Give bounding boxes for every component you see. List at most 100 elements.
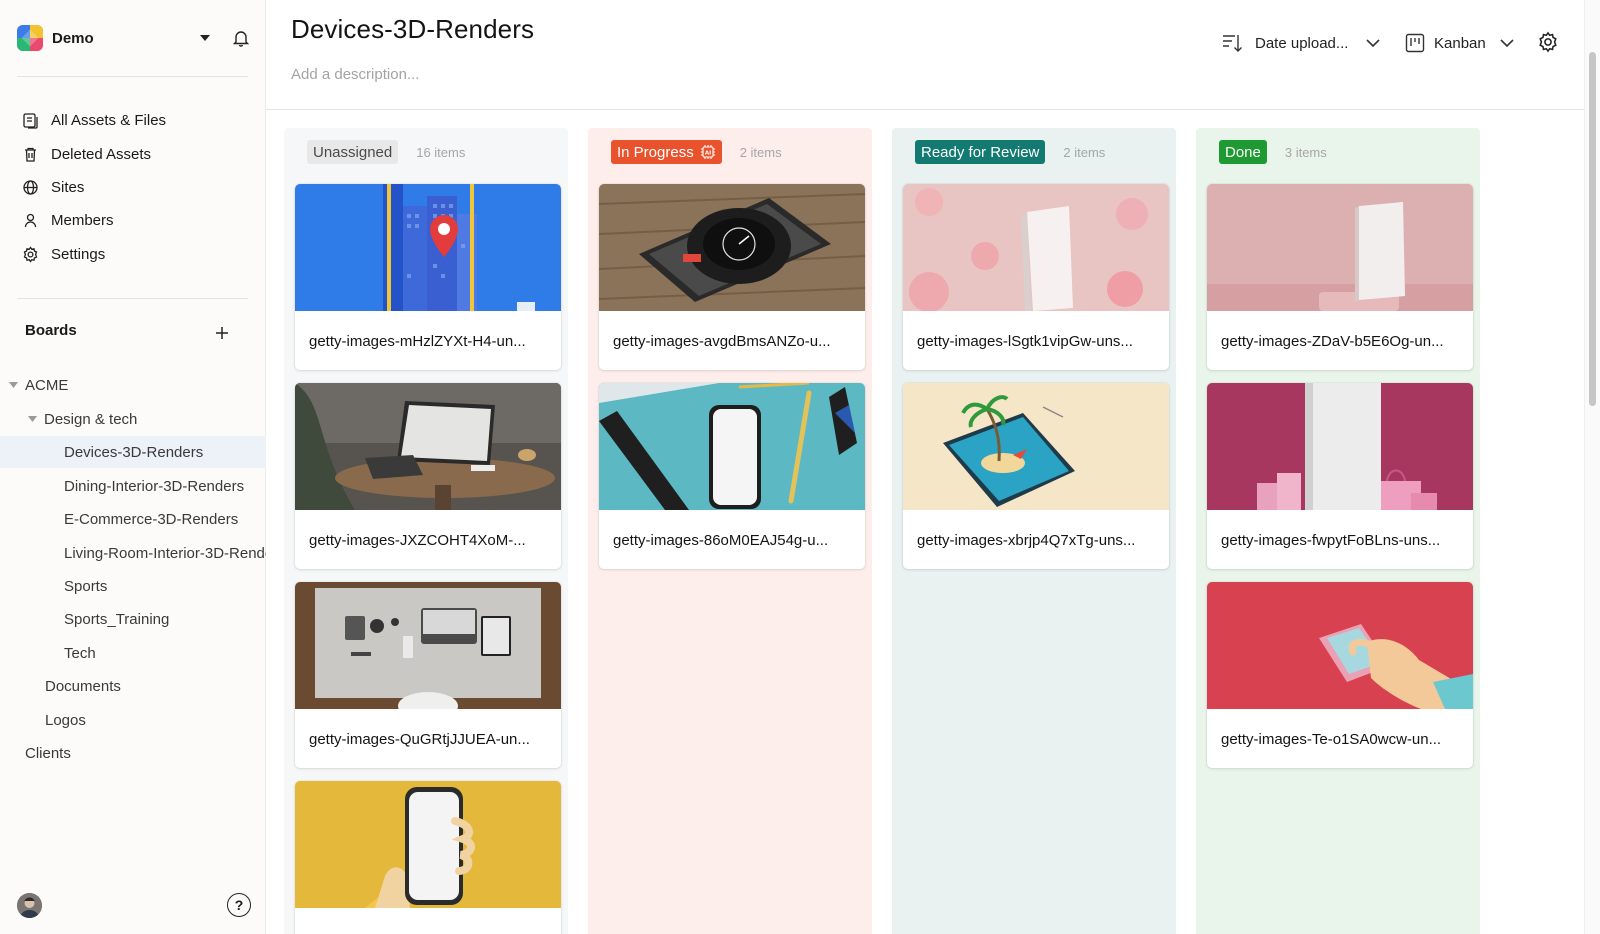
help-icon[interactable]: ? (227, 893, 251, 917)
tree-label: Clients (25, 744, 71, 762)
bell-icon[interactable] (229, 26, 253, 50)
asset-card[interactable]: getty-images-xbrjp4Q7xTg-uns... (903, 383, 1169, 569)
boards-heading: Boards (25, 322, 77, 339)
tree-label: ACME (25, 376, 69, 394)
nav-settings[interactable]: Settings (17, 239, 249, 269)
chevron-down-icon (1366, 38, 1380, 48)
status-tag[interactable]: Ready for Review (915, 140, 1046, 164)
asset-thumbnail (599, 383, 865, 510)
nav-label: Settings (51, 245, 106, 263)
nav-label: Sites (51, 178, 85, 196)
asset-filename: getty-images-lSgtk1vipGw-uns... (917, 333, 1133, 350)
nav-members[interactable]: Members (17, 205, 249, 235)
asset-filename: getty-images-Te-o1SA0wcw-un... (1221, 731, 1442, 748)
board-settings-gear-icon[interactable] (1535, 29, 1561, 55)
triangle-down-icon[interactable] (8, 380, 18, 390)
view-dropdown[interactable]: Kanban (1404, 30, 1514, 56)
asset-thumbnail (295, 781, 561, 908)
tree-label: Design & tech (44, 410, 138, 428)
tree-label: Devices-3D-Renders (64, 443, 204, 461)
description-field[interactable]: Add a description... (291, 66, 419, 83)
tree-label: Documents (45, 677, 121, 695)
asset-filename: getty-images-avgdBmsANZo-u... (613, 333, 831, 350)
tree-item-acme[interactable]: ACME (0, 369, 266, 401)
asset-filename: getty-images-fwpytFoBLns-uns... (1221, 532, 1441, 549)
gear-icon (20, 244, 40, 264)
column-header: Done 3 items (1219, 140, 1327, 164)
asset-card[interactable]: getty-images-JXZCOHT4XoM-... (295, 383, 561, 569)
status-tag[interactable]: Done (1219, 140, 1267, 164)
asset-card[interactable]: getty-images-lSgtk1vipGw-uns... (903, 184, 1169, 370)
item-count: 2 items (739, 144, 782, 160)
nav-label: All Assets & Files (51, 111, 167, 129)
person-icon (20, 210, 40, 230)
view-label: Kanban (1434, 34, 1486, 52)
divider (17, 76, 248, 77)
nav-all-assets[interactable]: All Assets & Files (17, 105, 249, 135)
column-header: Unassigned 16 items (307, 140, 465, 164)
status-tag[interactable]: Unassigned (307, 140, 399, 164)
sort-dropdown[interactable]: Date upload... (1220, 30, 1380, 56)
tree-item-living-room[interactable]: Living-Room-Interior-3D-Renders (0, 537, 266, 569)
column-in-progress: In Progress AI 2 items getty-images-avgd… (588, 128, 872, 934)
asset-card[interactable]: getty-images-QuGRtjJJUEA-un... (295, 582, 561, 768)
sort-icon (1220, 31, 1244, 55)
asset-card[interactable]: getty-images-mHzlZYXt-H4-un... (295, 184, 561, 370)
tree-label: Logos (45, 711, 86, 729)
workspace-logo (17, 25, 43, 51)
asset-filename: getty-images-mHzlZYXt-H4-un... (309, 333, 526, 350)
asset-card[interactable] (295, 781, 561, 934)
trash-icon (20, 144, 40, 164)
nav-sites[interactable]: Sites (17, 172, 249, 202)
asset-card[interactable]: getty-images-86oM0EAJ54g-u... (599, 383, 865, 569)
asset-card[interactable]: getty-images-fwpytFoBLns-uns... (1207, 383, 1473, 569)
divider (17, 298, 248, 299)
tree-item-ecommerce[interactable]: E-Commerce-3D-Renders (0, 503, 266, 535)
tree-label: Tech (64, 644, 96, 662)
column-unassigned: Unassigned 16 items getty-images-mHzlZYX… (284, 128, 568, 934)
workspace-switcher[interactable]: Demo (17, 24, 250, 52)
page-title: Devices-3D-Renders (291, 14, 535, 44)
tree-item-sports[interactable]: Sports (0, 570, 266, 602)
asset-card[interactable]: getty-images-Te-o1SA0wcw-un... (1207, 582, 1473, 768)
asset-thumbnail (903, 383, 1169, 510)
asset-thumbnail (1207, 383, 1473, 510)
board-header: Devices-3D-Renders Add a description... … (266, 0, 1584, 110)
asset-filename: getty-images-xbrjp4Q7xTg-uns... (917, 532, 1136, 549)
tree-item-documents[interactable]: Documents (0, 670, 266, 702)
tree-item-devices-3d-renders[interactable]: Devices-3D-Renders (0, 436, 266, 468)
avatar[interactable] (17, 893, 42, 918)
item-count: 16 items (416, 144, 466, 160)
asset-thumbnail (903, 184, 1169, 311)
tree-item-dining-interior[interactable]: Dining-Interior-3D-Renders (0, 470, 266, 502)
tree-item-logos[interactable]: Logos (0, 704, 266, 736)
triangle-down-icon[interactable] (27, 414, 37, 424)
tree-item-clients[interactable]: Clients (0, 737, 266, 769)
tree-item-design-tech[interactable]: Design & tech (0, 403, 266, 435)
sidebar: Demo All Assets & Files Deleted Assets S… (0, 0, 266, 934)
globe-icon (20, 177, 40, 197)
add-board-button[interactable] (211, 322, 233, 344)
caret-down-icon[interactable] (195, 28, 215, 48)
status-tag[interactable]: In Progress AI (611, 140, 722, 164)
asset-thumbnail (1207, 582, 1473, 709)
tree-item-tech[interactable]: Tech (0, 637, 266, 669)
asset-card[interactable]: getty-images-avgdBmsANZo-u... (599, 184, 865, 370)
workspace-name: Demo (52, 29, 94, 47)
ai-chip-icon: AI (700, 144, 716, 160)
nav-deleted-assets[interactable]: Deleted Assets (17, 139, 249, 169)
scrollbar-thumb[interactable] (1589, 52, 1596, 406)
tree-label: Dining-Interior-3D-Renders (64, 477, 245, 495)
item-count: 3 items (1284, 144, 1327, 160)
kanban-board: Unassigned 16 items getty-images-mHzlZYX… (266, 111, 1584, 934)
tree-label: E-Commerce-3D-Renders (64, 510, 239, 528)
tree-label: Sports_Training (64, 610, 170, 628)
asset-filename: getty-images-86oM0EAJ54g-u... (613, 532, 829, 549)
asset-filename: getty-images-ZDaV-b5E6Og-un... (1221, 333, 1444, 350)
item-count: 2 items (1063, 144, 1106, 160)
asset-card[interactable]: getty-images-ZDaV-b5E6Og-un... (1207, 184, 1473, 370)
tree-item-sports-training[interactable]: Sports_Training (0, 603, 266, 635)
column-ready-for-review: Ready for Review 2 items getty-images-lS… (892, 128, 1176, 934)
asset-thumbnail (295, 184, 561, 311)
column-done: Done 3 items getty-images-ZDaV-b5E6Og-un… (1196, 128, 1480, 934)
